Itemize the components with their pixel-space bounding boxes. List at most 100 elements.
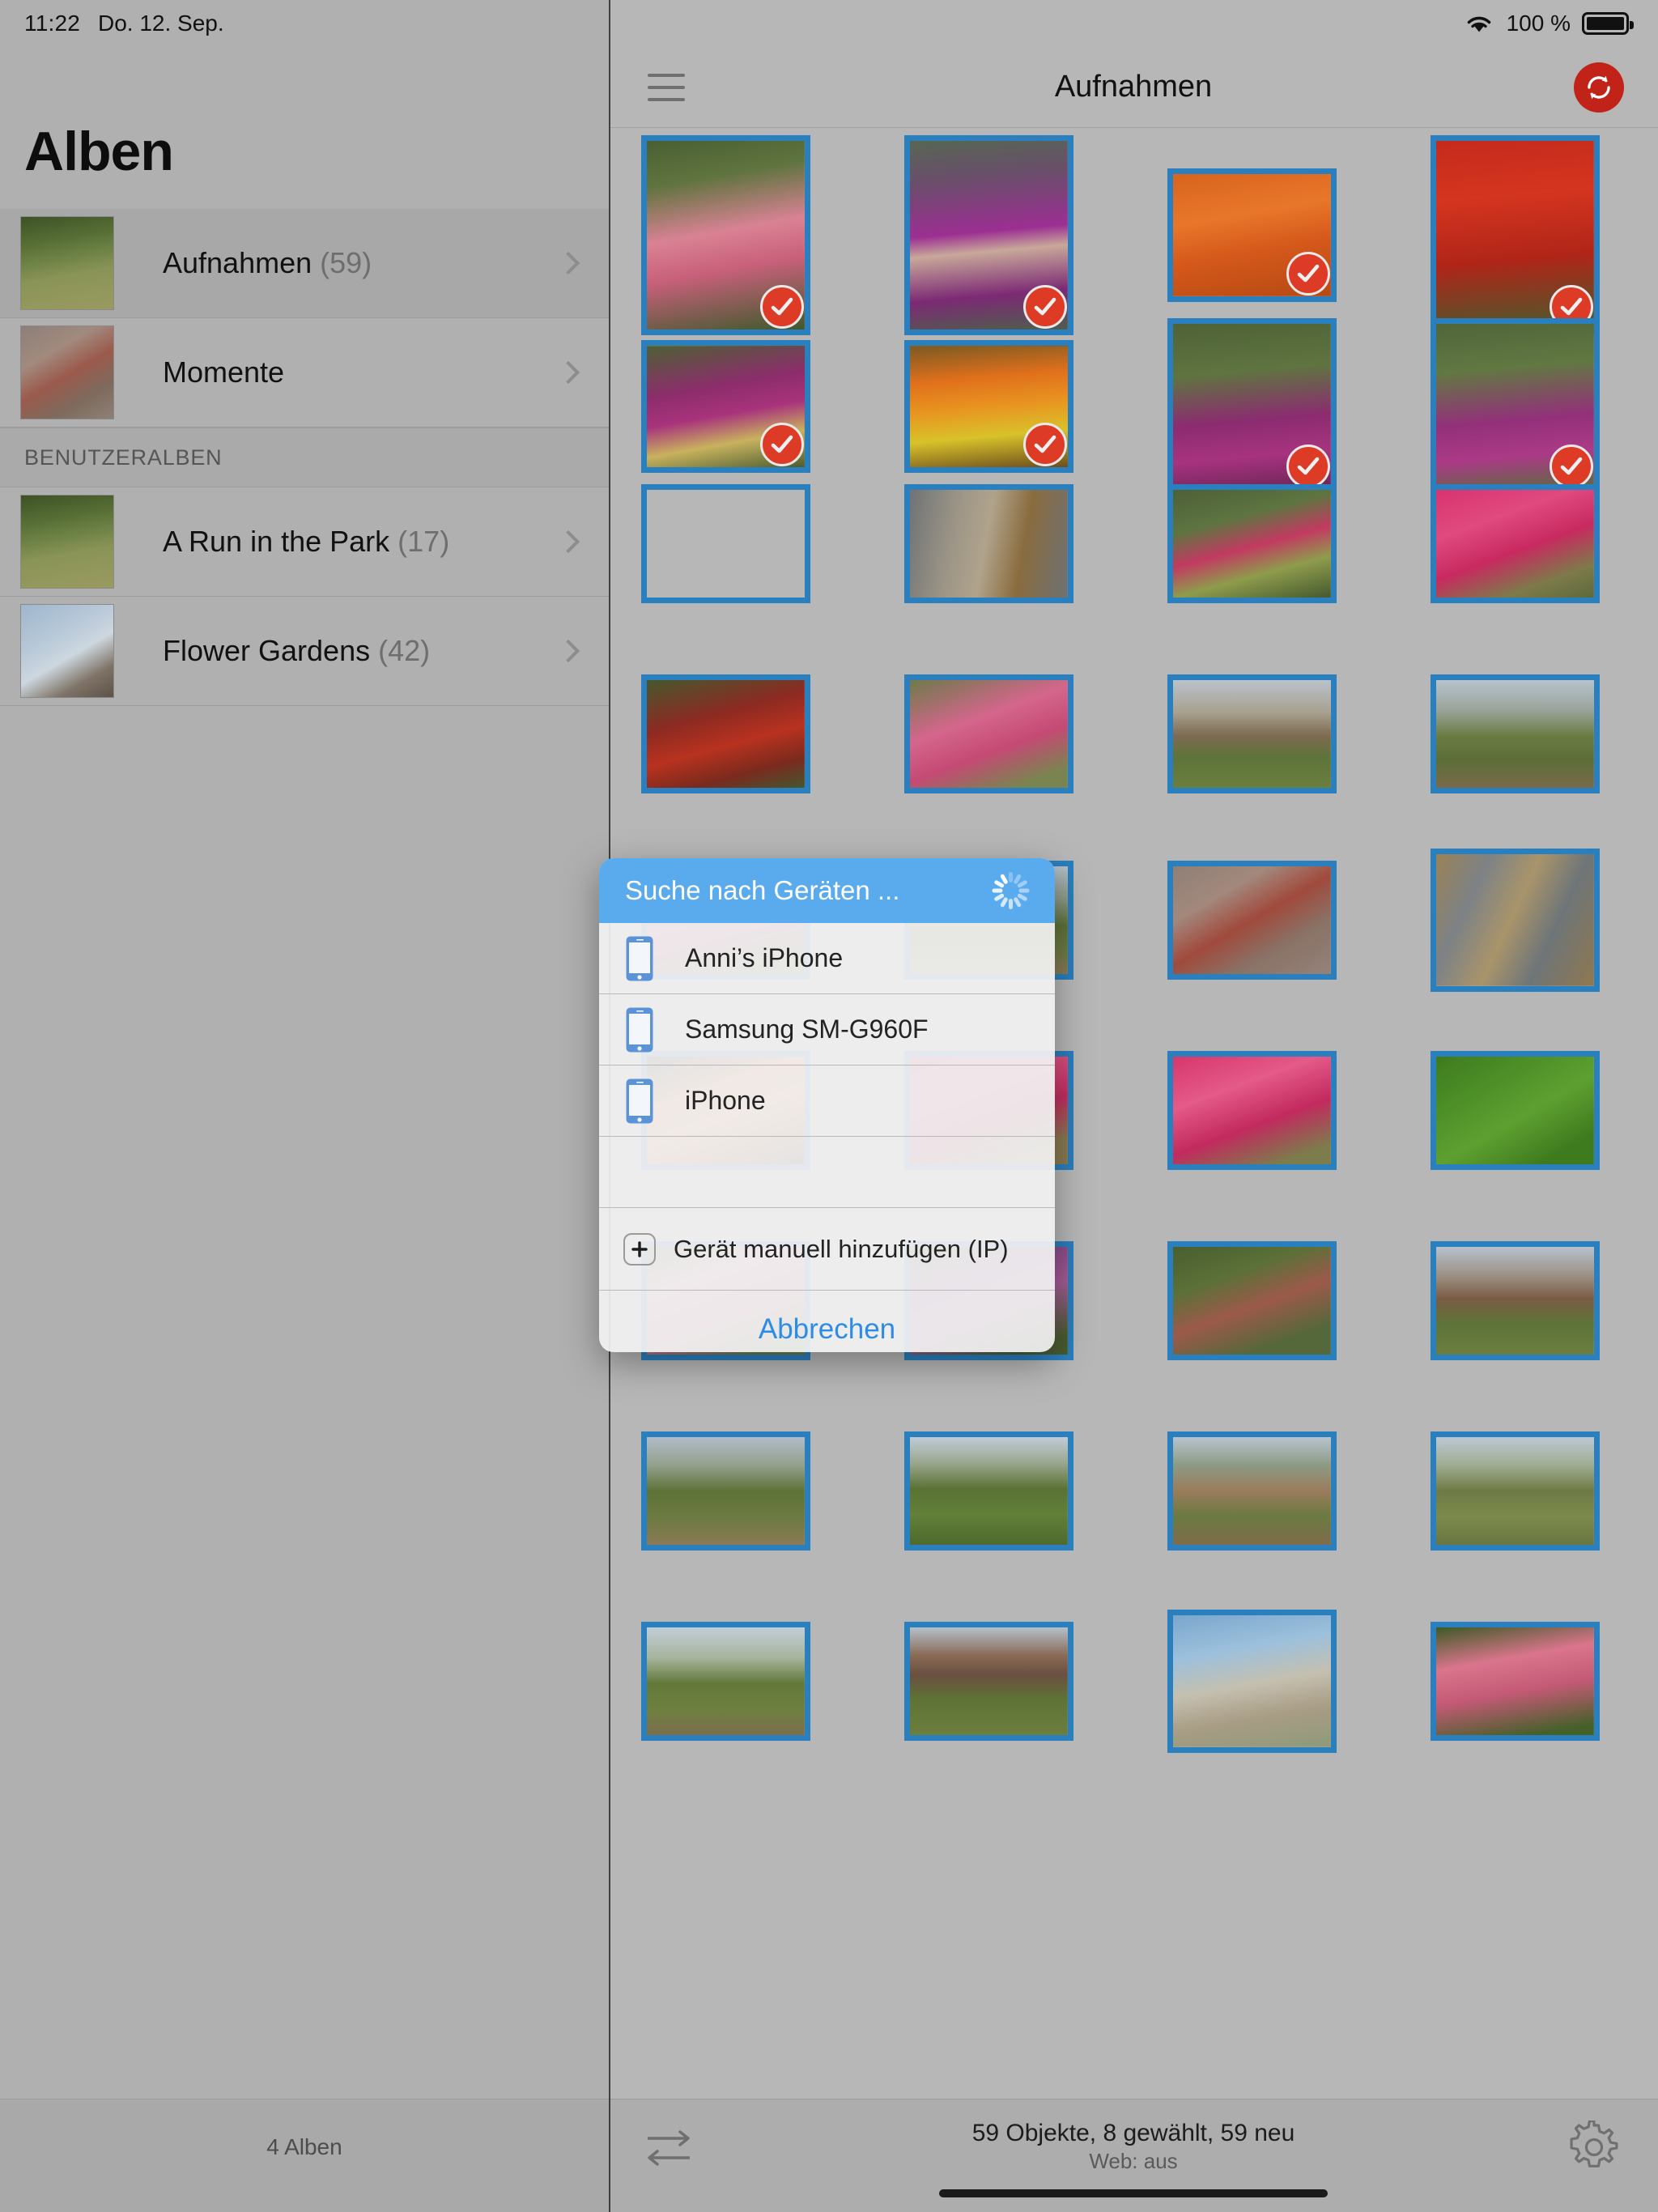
sidebar-footer: 4 Alben <box>0 2099 609 2212</box>
photo-cell[interactable] <box>1167 1051 1337 1170</box>
section-header-label: BENUTZERALBEN <box>24 445 223 470</box>
cancel-button[interactable]: Abbrechen <box>599 1291 1055 1352</box>
album-label-group: Flower Gardens (42) <box>163 634 430 668</box>
selected-check-badge <box>759 285 804 330</box>
sidebar-item-aufnahmen[interactable]: Aufnahmen (59) <box>0 209 609 318</box>
photo-thumbnail <box>904 1431 1073 1551</box>
selection-status: 59 Objekte, 8 gewählt, 59 neu Web: aus <box>609 2120 1658 2174</box>
dialog-header: Suche nach Geräten ... <box>599 858 1055 923</box>
album-count: (17) <box>397 525 450 558</box>
photo-thumbnail <box>1431 849 1600 992</box>
selected-check-badge <box>759 423 804 467</box>
photo-thumbnail <box>1431 1622 1600 1741</box>
photo-cell[interactable] <box>904 339 1073 474</box>
photo-cell[interactable] <box>641 674 810 793</box>
device-name: Anni’s iPhone <box>685 943 844 972</box>
photo-cell[interactable] <box>1167 861 1337 980</box>
chevron-right-icon <box>556 251 580 275</box>
add-device-label: Gerät manuell hinzufügen (IP) <box>674 1234 1009 1263</box>
photo-cell[interactable] <box>904 1622 1073 1741</box>
album-label-group: Aufnahmen (59) <box>163 246 372 280</box>
navigation-bar: Aufnahmen <box>609 47 1658 128</box>
photo-thumbnail <box>1431 1241 1600 1360</box>
status-bar-right: 100 % <box>609 0 1658 47</box>
photo-thumbnail <box>1431 484 1600 603</box>
photo-thumbnail <box>641 1622 810 1741</box>
cancel-label: Abbrechen <box>758 1313 896 1345</box>
wifi-icon <box>1463 11 1495 36</box>
photo-cell[interactable] <box>641 1431 810 1551</box>
dialog-title: Suche nach Geräten ... <box>625 875 900 905</box>
device-name: Samsung SM-G960F <box>685 1015 929 1044</box>
selected-check-badge <box>1022 423 1067 467</box>
refresh-sync-icon[interactable] <box>1574 62 1624 113</box>
photo-cell[interactable] <box>1431 674 1600 793</box>
photo-cell[interactable] <box>641 135 810 336</box>
photo-cell[interactable] <box>1431 1051 1600 1170</box>
sidebar-item-flower-gardens[interactable]: Flower Gardens (42) <box>0 597 609 706</box>
photo-cell[interactable] <box>1167 1431 1337 1551</box>
chevron-right-icon <box>556 360 580 385</box>
photo-cell[interactable] <box>1431 1622 1600 1741</box>
photo-cell[interactable] <box>1431 135 1600 336</box>
photo-cell[interactable] <box>641 339 810 474</box>
photo-cell[interactable] <box>1431 1241 1600 1360</box>
photo-thumbnail <box>1167 861 1337 980</box>
album-label-group: A Run in the Park (17) <box>163 525 449 559</box>
photo-thumbnail <box>641 1431 810 1551</box>
photo-cell[interactable] <box>904 674 1073 793</box>
photo-cell[interactable] <box>1431 1431 1600 1551</box>
device-list-item[interactable]: Anni’s iPhone <box>599 923 1055 994</box>
selection-status-line2: Web: aus <box>1089 2149 1178 2173</box>
album-name: Aufnahmen <box>163 246 312 279</box>
photo-cell[interactable] <box>904 135 1073 336</box>
album-thumbnail <box>20 325 114 419</box>
photo-cell[interactable] <box>1167 1241 1337 1360</box>
photo-cell[interactable] <box>1431 318 1600 495</box>
photo-cell[interactable] <box>641 484 810 603</box>
app-root: 11:22 Do. 12. Sep. Alben Aufnahmen (59) … <box>0 0 1658 2212</box>
phone-icon <box>625 935 654 982</box>
selected-check-badge <box>1286 444 1330 488</box>
photo-cell[interactable] <box>1167 318 1337 495</box>
nav-title: Aufnahmen <box>1054 70 1213 104</box>
photo-cell[interactable] <box>1167 484 1337 603</box>
photo-thumbnail <box>1167 1431 1337 1551</box>
photo-cell[interactable] <box>1167 168 1337 302</box>
album-name: A Run in the Park <box>163 525 390 558</box>
album-thumbnail <box>20 216 114 310</box>
chevron-right-icon <box>556 639 580 663</box>
status-bar-date: Do. 12. Sep. <box>98 11 224 36</box>
photo-thumbnail <box>1167 1051 1337 1170</box>
album-thumbnail <box>20 495 114 589</box>
photo-cell[interactable] <box>1167 674 1337 793</box>
photo-thumbnail <box>1431 1051 1600 1170</box>
photo-thumbnail <box>904 484 1073 603</box>
section-header-benutzeralben: BENUTZERALBEN <box>0 428 609 487</box>
photo-cell[interactable] <box>1431 484 1600 603</box>
device-list-item[interactable]: iPhone <box>599 1066 1055 1137</box>
sidebar-item-momente[interactable]: Momente <box>0 318 609 428</box>
photo-thumbnail <box>1431 674 1600 793</box>
sidebar-item-a-run-in-the-park[interactable]: A Run in the Park (17) <box>0 487 609 597</box>
album-name: Flower Gardens <box>163 634 371 667</box>
album-count: (59) <box>320 246 372 279</box>
album-total-count: 4 Alben <box>266 2133 342 2159</box>
photo-cell[interactable] <box>1431 849 1600 992</box>
photo-cell[interactable] <box>904 1431 1073 1551</box>
selection-status-line1: 59 Objekte, 8 gewählt, 59 neu <box>971 2120 1295 2146</box>
photo-thumbnail <box>641 674 810 793</box>
selected-check-badge <box>1549 444 1593 488</box>
albums-sidebar: 11:22 Do. 12. Sep. Alben Aufnahmen (59) … <box>0 0 609 2212</box>
add-device-manually-button[interactable]: Gerät manuell hinzufügen (IP) <box>599 1208 1055 1291</box>
device-list-item[interactable]: Samsung SM-G960F <box>599 994 1055 1066</box>
photo-thumbnail <box>1167 674 1337 793</box>
album-name: Momente <box>163 355 285 389</box>
photo-cell[interactable] <box>1167 1610 1337 1753</box>
status-bar-left: 11:22 Do. 12. Sep. <box>0 0 609 47</box>
home-indicator <box>939 2189 1328 2197</box>
photo-cell[interactable] <box>641 1622 810 1741</box>
photo-cell[interactable] <box>904 484 1073 603</box>
album-count: (42) <box>378 634 431 667</box>
gear-icon[interactable] <box>1567 2119 1621 2174</box>
